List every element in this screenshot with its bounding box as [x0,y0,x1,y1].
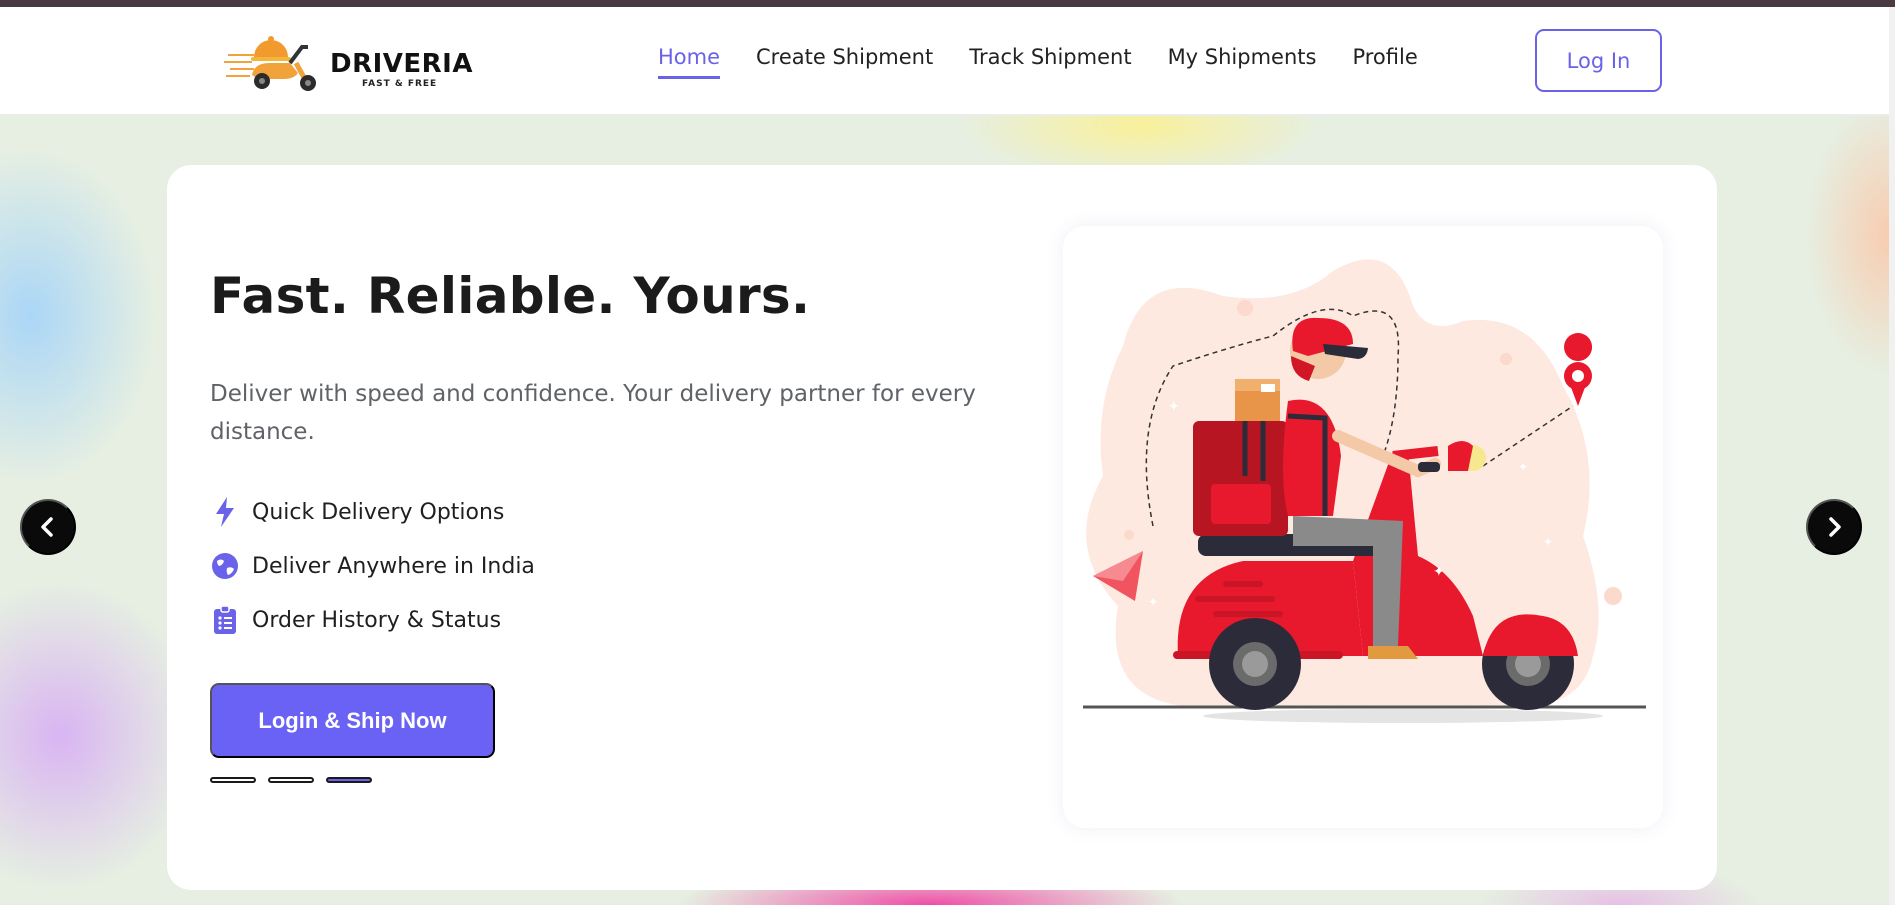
nav-link-home[interactable]: Home [658,45,721,79]
nav-link-my-shipments[interactable]: My Shipments [1168,45,1317,79]
hero-illustration-panel: ✦ ✦ ✦ ✦ ✦ [1063,226,1663,828]
feature-item: Quick Delivery Options [210,485,535,539]
brand-logo[interactable]: DRIVERIA FAST & FREE [224,29,472,99]
svg-text:✦: ✦ [1433,564,1445,580]
svg-text:✦: ✦ [1543,535,1553,549]
chevron-left-icon [41,517,53,537]
svg-text:✦: ✦ [1518,460,1528,474]
carousel-indicators [210,777,372,783]
login-button[interactable]: Log In [1535,29,1662,92]
scooter-logo-icon [224,36,316,91]
feature-item: Order History & Status [210,593,535,647]
hero-title: Fast. Reliable. Yours. [210,267,811,325]
globe-icon [210,551,240,581]
feature-item: Deliver Anywhere in India [210,539,535,593]
carousel-dot[interactable] [268,777,314,783]
carousel-dot-active[interactable] [326,777,372,783]
nav-link-create-shipment[interactable]: Create Shipment [756,45,933,79]
clipboard-list-icon [210,605,240,635]
navbar: DRIVERIA FAST & FREE Home Create Shipmen… [0,7,1895,115]
brand-name: DRIVERIA [330,49,473,79]
carousel-next-button[interactable] [1806,499,1862,555]
nav-link-profile[interactable]: Profile [1352,45,1417,79]
lightning-icon [210,497,240,527]
feature-label: Deliver Anywhere in India [252,553,535,579]
window-top-strip [0,0,1895,7]
login-ship-now-button[interactable]: Login & Ship Now [210,683,495,758]
hero-subtitle: Deliver with speed and confidence. Your … [210,381,976,445]
svg-text:✦: ✦ [1148,595,1158,609]
feature-label: Quick Delivery Options [252,499,505,525]
carousel-dot[interactable] [210,777,256,783]
delivery-scooter-illustration: ✦ ✦ ✦ ✦ ✦ [1083,259,1646,723]
main-nav: Home Create Shipment Track Shipment My S… [658,45,1454,79]
nav-link-track-shipment[interactable]: Track Shipment [969,45,1131,79]
carousel-prev-button[interactable] [20,499,76,555]
svg-text:✦: ✦ [1168,399,1180,415]
feature-label: Order History & Status [252,607,502,633]
feature-list: Quick Delivery Options Deliver Anywhere … [210,485,535,647]
chevron-right-icon [1829,517,1841,537]
page-scrollbar[interactable] [1889,7,1895,905]
brand-tagline: FAST & FREE [362,79,438,89]
